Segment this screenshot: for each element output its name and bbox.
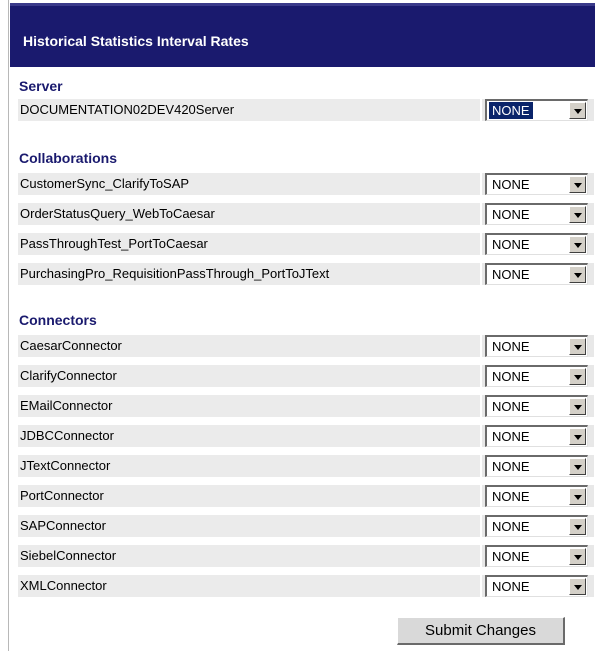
collaboration-name: CustomerSync_ClarifyToSAP: [18, 173, 480, 195]
rate-cell: NONE: [482, 485, 594, 507]
select-value: NONE: [492, 429, 530, 444]
rate-cell: NONE: [482, 365, 594, 387]
chevron-down-icon[interactable]: [569, 176, 586, 193]
rate-cell: NONE: [482, 263, 594, 285]
select-value: NONE: [492, 339, 530, 354]
connector-row: SAPConnector NONE: [18, 515, 594, 541]
rate-cell: NONE: [482, 395, 594, 417]
connector-rate-select[interactable]: NONE: [485, 335, 588, 357]
rate-cell: NONE: [482, 233, 594, 255]
connector-row: ClarifyConnector NONE: [18, 365, 594, 391]
collaboration-rate-select[interactable]: NONE: [485, 173, 588, 195]
panel-title: Historical Statistics Interval Rates: [23, 33, 249, 49]
chevron-down-icon[interactable]: [569, 458, 586, 475]
select-value: NONE: [492, 549, 530, 564]
server-row: DOCUMENTATION02DEV420Server NONE: [18, 99, 594, 125]
connector-rate-select[interactable]: NONE: [485, 395, 588, 417]
connector-row: XMLConnector NONE: [18, 575, 594, 601]
select-value: NONE: [492, 207, 530, 222]
connector-row: PortConnector NONE: [18, 485, 594, 511]
chevron-down-icon[interactable]: [569, 368, 586, 385]
connector-rate-select[interactable]: NONE: [485, 455, 588, 477]
chevron-down-icon[interactable]: [569, 428, 586, 445]
chevron-down-icon[interactable]: [569, 488, 586, 505]
select-value: NONE: [492, 519, 530, 534]
collaboration-name: PurchasingPro_RequisitionPassThrough_Por…: [18, 263, 480, 285]
connector-name: CaesarConnector: [18, 335, 480, 357]
connector-rate-select[interactable]: NONE: [485, 515, 588, 537]
collaboration-rate-select[interactable]: NONE: [485, 233, 588, 255]
rate-cell: NONE: [482, 515, 594, 537]
submit-changes-button[interactable]: Submit Changes: [397, 617, 565, 645]
connector-rate-select[interactable]: NONE: [485, 365, 588, 387]
connector-name: SAPConnector: [18, 515, 480, 537]
collaboration-name: PassThroughTest_PortToCaesar: [18, 233, 480, 255]
collaboration-row: OrderStatusQuery_WebToCaesar NONE: [18, 203, 594, 229]
rate-cell: NONE: [482, 425, 594, 447]
select-value: NONE: [492, 489, 530, 504]
select-value: NONE: [492, 177, 530, 192]
connector-name: JDBCConnector: [18, 425, 480, 447]
collaboration-row: PassThroughTest_PortToCaesar NONE: [18, 233, 594, 259]
chevron-down-icon[interactable]: [569, 548, 586, 565]
select-value: NONE: [492, 579, 530, 594]
rate-cell: NONE: [482, 203, 594, 225]
section-title-server: Server: [19, 78, 63, 94]
rate-cell: NONE: [482, 335, 594, 357]
connector-name: SiebelConnector: [18, 545, 480, 567]
section-title-connectors: Connectors: [19, 312, 97, 328]
rate-cell: NONE: [482, 99, 594, 121]
server-name: DOCUMENTATION02DEV420Server: [18, 99, 480, 121]
connector-rate-select[interactable]: NONE: [485, 425, 588, 447]
section-title-collaborations: Collaborations: [19, 150, 118, 166]
rate-cell: NONE: [482, 545, 594, 567]
collaboration-row: PurchasingPro_RequisitionPassThrough_Por…: [18, 263, 594, 289]
server-rate-select[interactable]: NONE: [485, 99, 588, 121]
panel-header: Historical Statistics Interval Rates: [10, 3, 595, 67]
chevron-down-icon[interactable]: [569, 338, 586, 355]
chevron-down-icon[interactable]: [569, 236, 586, 253]
connector-row: CaesarConnector NONE: [18, 335, 594, 361]
rate-cell: NONE: [482, 173, 594, 195]
chevron-down-icon[interactable]: [569, 518, 586, 535]
connector-rate-select[interactable]: NONE: [485, 545, 588, 567]
chevron-down-icon[interactable]: [569, 102, 586, 119]
connector-row: EMailConnector NONE: [18, 395, 594, 421]
connector-name: XMLConnector: [18, 575, 480, 597]
chevron-down-icon[interactable]: [569, 206, 586, 223]
select-value: NONE: [492, 459, 530, 474]
collaboration-name: OrderStatusQuery_WebToCaesar: [18, 203, 480, 225]
connector-name: EMailConnector: [18, 395, 480, 417]
rate-cell: NONE: [482, 455, 594, 477]
rate-cell: NONE: [482, 575, 594, 597]
connector-name: ClarifyConnector: [18, 365, 480, 387]
connector-name: JTextConnector: [18, 455, 480, 477]
select-value: NONE: [492, 237, 530, 252]
connector-rate-select[interactable]: NONE: [485, 575, 588, 597]
select-value: NONE: [489, 102, 533, 119]
select-value: NONE: [492, 399, 530, 414]
select-value: NONE: [492, 369, 530, 384]
collaboration-rate-select[interactable]: NONE: [485, 263, 588, 285]
connector-name: PortConnector: [18, 485, 480, 507]
select-value: NONE: [492, 267, 530, 282]
connector-row: JDBCConnector NONE: [18, 425, 594, 451]
chevron-down-icon[interactable]: [569, 266, 586, 283]
chevron-down-icon[interactable]: [569, 398, 586, 415]
connector-row: SiebelConnector NONE: [18, 545, 594, 571]
collaboration-rate-select[interactable]: NONE: [485, 203, 588, 225]
chevron-down-icon[interactable]: [569, 578, 586, 595]
connector-row: JTextConnector NONE: [18, 455, 594, 481]
collaboration-row: CustomerSync_ClarifyToSAP NONE: [18, 173, 594, 199]
statistics-panel: Historical Statistics Interval Rates Ser…: [8, 0, 595, 651]
connector-rate-select[interactable]: NONE: [485, 485, 588, 507]
